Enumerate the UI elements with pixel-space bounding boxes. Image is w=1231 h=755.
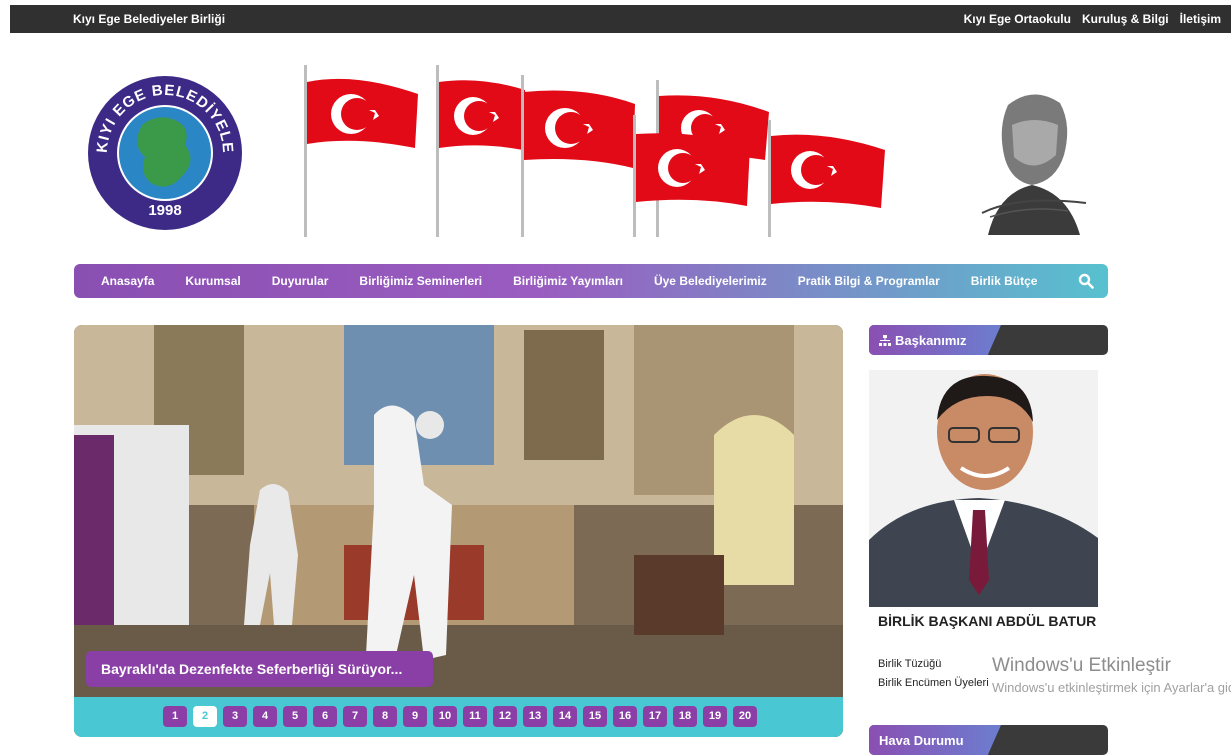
page-button[interactable]: 9 [403, 706, 427, 727]
mayor-photo [869, 370, 1098, 607]
section-header-baskanimiz: Başkanımız [869, 325, 1108, 355]
page-button[interactable]: 20 [733, 706, 757, 727]
page-button[interactable]: 19 [703, 706, 727, 727]
section-title: Başkanımız [895, 333, 967, 348]
search-icon[interactable] [1078, 273, 1094, 289]
page-button[interactable]: 12 [493, 706, 517, 727]
page-button[interactable]: 10 [433, 706, 457, 727]
slider-caption[interactable]: Bayraklı'da Dezenfekte Seferberliği Sürü… [86, 651, 433, 687]
section-header-hava-durumu: Hava Durumu [869, 725, 1108, 755]
nav-item-kurumsal[interactable]: Kurumsal [185, 274, 240, 288]
nav-item-anasayfa[interactable]: Anasayfa [101, 274, 154, 288]
link-encumen[interactable]: Birlik Encümen Üyeleri [878, 674, 989, 693]
nav-item-duyurular[interactable]: Duyurular [272, 274, 329, 288]
slider-pagination: 1 2 3 4 5 6 7 8 9 10 11 12 13 14 15 16 17 18 19 20 [74, 697, 843, 737]
nav-item-pratik-bilgi[interactable]: Pratik Bilgi & Programlar [798, 274, 940, 288]
page-button[interactable]: 14 [553, 706, 577, 727]
nav-item-uye-belediyeler[interactable]: Üye Belediyelerimiz [654, 274, 767, 288]
link-tuzuk[interactable]: Birlik Tüzüğü [878, 655, 989, 674]
ataturk-portrait [981, 94, 1087, 235]
page-button[interactable]: 16 [613, 706, 637, 727]
windows-activation-hint: Windows'u etkinleştirmek için Ayarlar'a … [992, 680, 1231, 695]
sidebar-links: Birlik Tüzüğü Birlik Encümen Üyeleri [878, 655, 989, 693]
page-button[interactable]: 7 [343, 706, 367, 727]
main-navigation: Anasayfa Kurumsal Duyurular Birliğimiz S… [74, 264, 1108, 298]
page-button[interactable]: 18 [673, 706, 697, 727]
top-link-iletisim[interactable]: İletişim [1180, 12, 1221, 26]
top-link-ortaokul[interactable]: Kıyı Ege Ortaokulu [964, 12, 1071, 26]
turkish-flags-banner [304, 65, 885, 237]
page-button[interactable]: 2 [193, 706, 217, 727]
mayor-name: BİRLİK BAŞKANI ABDÜL BATUR [878, 613, 1097, 629]
top-link-kurulus[interactable]: Kuruluş & Bilgi [1082, 12, 1169, 26]
page-button[interactable]: 15 [583, 706, 607, 727]
page-button[interactable]: 11 [463, 706, 487, 727]
sitemap-icon [879, 334, 891, 346]
logo-year: 1998 [148, 202, 181, 219]
page-button[interactable]: 8 [373, 706, 397, 727]
page-button[interactable]: 3 [223, 706, 247, 727]
page-button[interactable]: 6 [313, 706, 337, 727]
nav-item-seminerler[interactable]: Birliğimiz Seminerleri [359, 274, 482, 288]
page-button[interactable]: 5 [283, 706, 307, 727]
page-button[interactable]: 13 [523, 706, 547, 727]
top-bar: Kıyı Ege Belediyeler Birliği Kıyı Ege Or… [10, 5, 1231, 33]
site-title[interactable]: Kıyı Ege Belediyeler Birliği [73, 12, 225, 26]
page-button[interactable]: 17 [643, 706, 667, 727]
page-button[interactable]: 4 [253, 706, 277, 727]
top-links: Kıyı Ege Ortaokulu Kuruluş & Bilgi İleti… [964, 12, 1221, 26]
nav-item-yayimlar[interactable]: Birliğimiz Yayımları [513, 274, 623, 288]
windows-activation-title: Windows'u Etkinleştir [992, 655, 1171, 676]
next-section-title: Hava Durumu [879, 733, 964, 748]
union-logo[interactable]: KIYI EGE BELEDİYELER BİRLİĞİ 1998 [87, 75, 243, 231]
nav-item-butce[interactable]: Birlik Bütçe [971, 274, 1038, 288]
page-button[interactable]: 1 [163, 706, 187, 727]
